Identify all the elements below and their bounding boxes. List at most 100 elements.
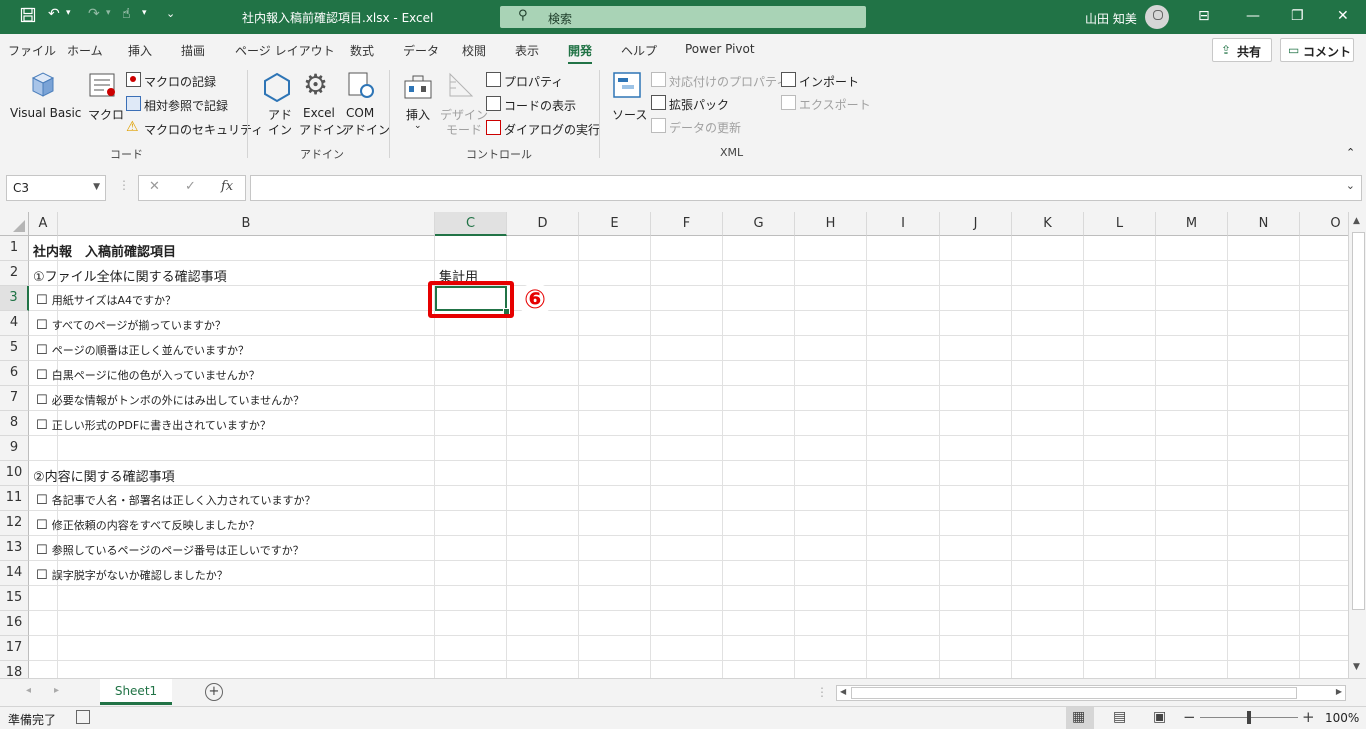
row-header-12[interactable]: 12 — [0, 511, 29, 536]
column-header-k[interactable]: K — [1012, 212, 1084, 236]
row-header-6[interactable]: 6 — [0, 361, 29, 386]
checkbox-icon[interactable]: ☐ — [36, 568, 48, 583]
scroll-down-icon[interactable]: ▼ — [1353, 662, 1360, 672]
tab-home[interactable]: ホーム — [67, 42, 103, 59]
column-header-a[interactable]: A — [29, 212, 58, 236]
comment-button[interactable]: ▭ コメント — [1280, 38, 1354, 62]
name-box[interactable]: C3 ▼ — [6, 175, 106, 201]
sheet-tab[interactable]: Sheet1 — [100, 679, 172, 705]
sheet-title[interactable]: 社内報 入稿前確認項目 — [33, 241, 176, 260]
row-header-8[interactable]: 8 — [0, 411, 29, 436]
checkbox-icon[interactable]: ☐ — [36, 318, 48, 333]
row-header-9[interactable]: 9 — [0, 436, 29, 461]
row-header-17[interactable]: 17 — [0, 636, 29, 661]
zoom-slider-thumb[interactable] — [1247, 711, 1251, 724]
share-button[interactable]: ⇪ 共有 — [1212, 38, 1272, 62]
avatar[interactable] — [1145, 5, 1169, 29]
tab-page-layout[interactable]: ページ レイアウト — [235, 42, 335, 59]
touch-mode-icon[interactable]: ☝ — [122, 6, 131, 22]
maximize-icon[interactable]: ❐ — [1291, 8, 1304, 24]
checkbox-icon[interactable]: ☐ — [36, 518, 48, 533]
vertical-scrollbar[interactable]: ▲ ▼ — [1348, 212, 1366, 678]
enter-icon[interactable]: ✓ — [185, 179, 196, 194]
tab-review[interactable]: 校閲 — [462, 42, 486, 59]
row-header-18[interactable]: 18 — [0, 661, 29, 678]
checklist-item[interactable]: ☐ ページの順番は正しく並んでいますか？ — [36, 342, 249, 358]
checklist-item[interactable]: ☐ すべてのページが揃っていますか？ — [36, 317, 226, 333]
tab-view[interactable]: 表示 — [515, 42, 539, 59]
search-box[interactable]: ⚲ 検索 — [500, 6, 866, 28]
column-header-i[interactable]: I — [867, 212, 940, 236]
tab-help[interactable]: ヘルプ — [621, 42, 657, 59]
collapse-ribbon-icon[interactable]: ⌃ — [1346, 146, 1355, 159]
row-header-2[interactable]: 2 — [0, 261, 29, 286]
undo-icon[interactable]: ↶ — [48, 6, 60, 22]
row-header-1[interactable]: 1 — [0, 236, 29, 261]
tab-split-grip-icon[interactable]: ⋮ — [816, 685, 828, 699]
column-header-d[interactable]: D — [507, 212, 579, 236]
row-header-3[interactable]: 3 — [0, 286, 29, 311]
checkbox-icon[interactable]: ☐ — [36, 393, 48, 408]
page-layout-view-icon[interactable]: ▤ — [1113, 709, 1126, 725]
checklist-item[interactable]: ☐ 各記事で人名・部署名は正しく入力されていますか？ — [36, 492, 315, 508]
zoom-level[interactable]: 100% — [1325, 711, 1359, 725]
column-header-j[interactable]: J — [940, 212, 1012, 236]
save-icon[interactable] — [20, 7, 36, 27]
row-header-5[interactable]: 5 — [0, 336, 29, 361]
formula-input[interactable]: ⌄ — [250, 175, 1362, 201]
redo-dropdown-icon[interactable]: ▾ — [106, 8, 111, 18]
checklist-item[interactable]: ☐ 修正依頼の内容をすべて反映しましたか？ — [36, 517, 260, 533]
scroll-up-icon[interactable]: ▲ — [1353, 216, 1360, 226]
row-header-4[interactable]: 4 — [0, 311, 29, 336]
tab-formulas[interactable]: 数式 — [350, 42, 374, 59]
tab-power-pivot[interactable]: Power Pivot — [685, 42, 755, 56]
column-header-e[interactable]: E — [579, 212, 651, 236]
column-header-m[interactable]: M — [1156, 212, 1228, 236]
macro-record-status-icon[interactable] — [76, 710, 90, 724]
checklist-item[interactable]: ☐ 誤字脱字がないか確認しましたか？ — [36, 567, 228, 583]
checkbox-icon[interactable]: ☐ — [36, 543, 48, 558]
ribbon-display-options-icon[interactable]: ⊟ — [1198, 8, 1210, 24]
scroll-left-icon[interactable]: ◀ — [840, 687, 846, 696]
checklist-item[interactable]: ☐ 必要な情報がトンボの外にはみ出していませんか？ — [36, 392, 304, 408]
redo-icon[interactable]: ↷ — [88, 6, 100, 22]
page-break-view-icon[interactable]: ▣ — [1153, 709, 1166, 725]
vertical-scroll-thumb[interactable] — [1352, 232, 1365, 610]
checkbox-icon[interactable]: ☐ — [36, 343, 48, 358]
checklist-item[interactable]: ☐ 正しい形式のPDFに書き出されていますか？ — [36, 417, 271, 433]
column-header-n[interactable]: N — [1228, 212, 1300, 236]
row-header-16[interactable]: 16 — [0, 611, 29, 636]
checklist-item[interactable]: ☐ 参照しているページのページ番号は正しいですか？ — [36, 542, 304, 558]
row-header-11[interactable]: 11 — [0, 486, 29, 511]
select-all-corner[interactable] — [0, 212, 29, 236]
cancel-icon[interactable]: ✕ — [149, 179, 160, 194]
checkbox-icon[interactable]: ☐ — [36, 418, 48, 433]
zoom-in-icon[interactable]: + — [1302, 708, 1315, 726]
tab-developer[interactable]: 開発 — [568, 42, 593, 65]
name-box-dropdown-icon[interactable]: ▼ — [93, 182, 100, 192]
column-header-l[interactable]: L — [1084, 212, 1156, 236]
checkbox-icon[interactable]: ☐ — [36, 368, 48, 383]
row-header-14[interactable]: 14 — [0, 561, 29, 586]
insert-function-icon[interactable]: fx — [221, 179, 233, 194]
scroll-right-icon[interactable]: ▶ — [1336, 687, 1342, 696]
prev-sheet-icon[interactable]: ◂ — [26, 685, 31, 696]
customize-qat-icon[interactable]: ⌄ — [166, 7, 175, 20]
column-header-h[interactable]: H — [795, 212, 867, 236]
tab-data[interactable]: データ — [403, 42, 439, 59]
tab-draw[interactable]: 描画 — [181, 42, 205, 59]
column-header-c[interactable]: C — [435, 212, 507, 236]
checklist-item[interactable]: ☐ 用紙サイズはA4ですか？ — [36, 292, 176, 308]
row-header-15[interactable]: 15 — [0, 586, 29, 611]
add-sheet-icon[interactable]: + — [205, 683, 223, 701]
checklist-item[interactable]: ☐ 白黒ページに他の色が入っていませんか？ — [36, 367, 260, 383]
next-sheet-icon[interactable]: ▸ — [54, 685, 59, 696]
horizontal-scroll-thumb[interactable] — [851, 687, 1297, 699]
tab-file[interactable]: ファイル — [8, 42, 56, 59]
expand-formula-icon[interactable]: ⌄ — [1346, 179, 1355, 192]
row-header-13[interactable]: 13 — [0, 536, 29, 561]
column-header-b[interactable]: B — [58, 212, 435, 236]
undo-dropdown-icon[interactable]: ▾ — [66, 8, 71, 18]
zoom-out-icon[interactable]: − — [1183, 708, 1196, 726]
row-header-7[interactable]: 7 — [0, 386, 29, 411]
